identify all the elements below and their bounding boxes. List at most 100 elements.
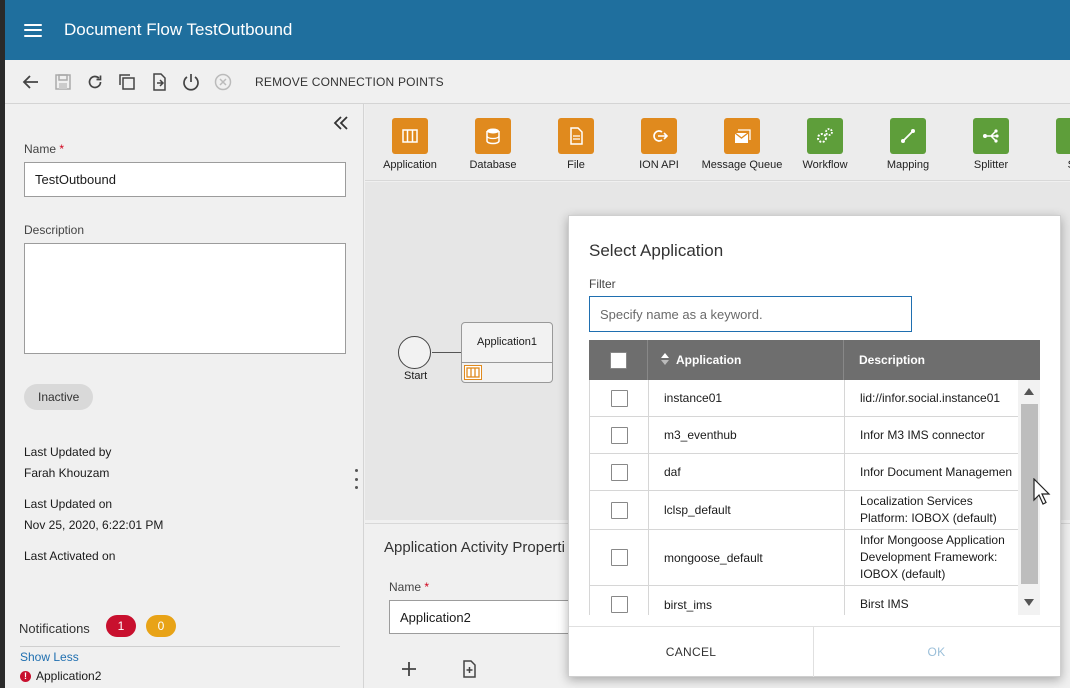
back-icon[interactable]: [15, 66, 47, 98]
row-checkbox-cell: [590, 454, 649, 490]
select-all-checkbox[interactable]: [609, 351, 627, 369]
left-panel: Name * TestOutbound Description Inactive…: [5, 104, 364, 688]
property-name-label-text: Name: [389, 580, 422, 594]
palette-application[interactable]: Application: [365, 118, 455, 171]
palette-workflow[interactable]: Workflow: [780, 118, 870, 171]
property-name-label: Name *: [389, 580, 429, 594]
row-checkbox[interactable]: [610, 501, 628, 519]
required-mark: *: [59, 142, 65, 156]
start-node[interactable]: [398, 336, 431, 369]
notifications-label: Notifications: [19, 621, 90, 636]
show-less-link[interactable]: Show Less: [20, 650, 79, 664]
add-document-icon[interactable]: [459, 659, 479, 679]
palette-label: Splitter: [973, 159, 1009, 171]
activity-palette: Application Database File ION API Messag…: [365, 104, 1070, 181]
name-field[interactable]: TestOutbound: [24, 162, 346, 197]
error-item-label: Application2: [36, 669, 102, 683]
column-label: Description: [859, 353, 926, 367]
select-all-cell: [589, 340, 648, 380]
copy-icon[interactable]: [111, 66, 143, 98]
export-icon[interactable]: [143, 66, 175, 98]
page-title: Document Flow TestOutbound: [64, 20, 293, 39]
description-field[interactable]: [24, 243, 346, 354]
mouse-cursor-icon: [1033, 477, 1051, 506]
application-icon: [392, 118, 428, 154]
panel-resize-handle[interactable]: [355, 469, 359, 489]
last-activated-label: Last Activated on: [24, 549, 116, 563]
palette-splitter[interactable]: Splitter: [946, 118, 1036, 171]
row-checkbox[interactable]: [610, 596, 628, 613]
row-checkbox[interactable]: [610, 549, 628, 566]
select-application-dialog: Select Application Filter Application De…: [568, 215, 1061, 677]
last-updated-by-value: Farah Khouzam: [24, 466, 110, 480]
add-icon[interactable]: [399, 659, 419, 679]
row-checkbox-cell: [590, 380, 649, 416]
row-checkbox[interactable]: [610, 389, 628, 407]
scroll-up-icon[interactable]: [1024, 388, 1034, 395]
dialog-title: Select Application: [589, 241, 724, 260]
cancel-button[interactable]: CANCEL: [569, 627, 814, 677]
table-row[interactable]: mongoose_default Infor Mongoose Applicat…: [590, 530, 1018, 586]
application-cell: mongoose_default: [649, 530, 845, 585]
table-row[interactable]: m3_eventhub Infor M3 IMS connector: [590, 417, 1018, 454]
splitter-icon: [973, 118, 1009, 154]
remove-connection-points-button[interactable]: REMOVE CONNECTION POINTS: [255, 75, 444, 89]
column-label: Application: [676, 353, 742, 367]
palette-database[interactable]: Database: [448, 118, 538, 171]
scripting-icon: [1056, 118, 1070, 154]
warning-count-badge[interactable]: 0: [146, 615, 176, 637]
palette-ion-api[interactable]: ION API: [614, 118, 704, 171]
sort-icon: [660, 352, 670, 369]
status-badge: Inactive: [24, 384, 94, 410]
node-footer: [462, 362, 552, 382]
save-icon[interactable]: [47, 66, 79, 98]
palette-label: Mapping: [886, 159, 930, 171]
refresh-icon[interactable]: [79, 66, 111, 98]
cancel-icon[interactable]: [207, 66, 239, 98]
row-checkbox[interactable]: [610, 426, 628, 444]
table-row[interactable]: instance01 lid://infor.social.instance01: [590, 380, 1018, 417]
palette-label: File: [567, 159, 585, 171]
app-header: Document Flow TestOutbound: [5, 0, 1070, 60]
application-cell: birst_ims: [649, 586, 845, 615]
error-notification-item[interactable]: ! Application2: [20, 669, 101, 683]
properties-title: Application Activity Properti: [384, 539, 565, 556]
palette-label: Message Queue: [701, 159, 783, 171]
application-node[interactable]: Application1: [461, 322, 553, 383]
name-label-text: Name: [24, 142, 57, 156]
ok-button[interactable]: OK: [814, 627, 1059, 677]
dialog-footer: CANCEL OK: [569, 626, 1060, 677]
description-label: Description: [24, 223, 85, 237]
description-cell: Birst IMS: [860, 597, 909, 611]
palette-mapping[interactable]: Mapping: [863, 118, 953, 171]
description-cell: Infor Document Managemen: [860, 464, 1013, 479]
start-label: Start: [404, 370, 428, 382]
palette-message-queue[interactable]: Message Queue: [697, 118, 787, 171]
table-row[interactable]: daf Infor Document Managemen: [590, 454, 1018, 491]
palette-scripting[interactable]: Sc: [1029, 118, 1070, 171]
column-header-application[interactable]: Application: [648, 340, 844, 380]
last-updated-on-value: Nov 25, 2020, 6:22:01 PM: [24, 518, 164, 532]
collapse-panel-icon[interactable]: [332, 114, 350, 132]
scroll-down-icon[interactable]: [1024, 599, 1034, 606]
hamburger-menu-icon[interactable]: [24, 23, 42, 37]
workflow-icon: [807, 118, 843, 154]
connector-line: [432, 352, 462, 353]
error-count-badge[interactable]: 1: [106, 615, 136, 637]
power-icon[interactable]: [175, 66, 207, 98]
filter-input[interactable]: [589, 296, 912, 332]
row-checkbox[interactable]: [610, 463, 628, 481]
table-row[interactable]: birst_ims Birst IMS: [590, 586, 1018, 615]
toolbar: REMOVE CONNECTION POINTS: [5, 60, 1070, 104]
error-icon: !: [20, 670, 31, 682]
application-cell: instance01: [649, 380, 845, 416]
message-queue-icon: [724, 118, 760, 154]
palette-file[interactable]: File: [531, 118, 621, 171]
application-icon: [464, 365, 482, 380]
column-header-description[interactable]: Description: [844, 340, 1040, 380]
table-row[interactable]: lclsp_default Localization Services Plat…: [590, 491, 1018, 530]
grid-header: Application Description: [589, 340, 1040, 380]
mapping-icon: [890, 118, 926, 154]
last-updated-on-label: Last Updated on: [24, 497, 113, 511]
name-label: Name *: [24, 142, 64, 156]
